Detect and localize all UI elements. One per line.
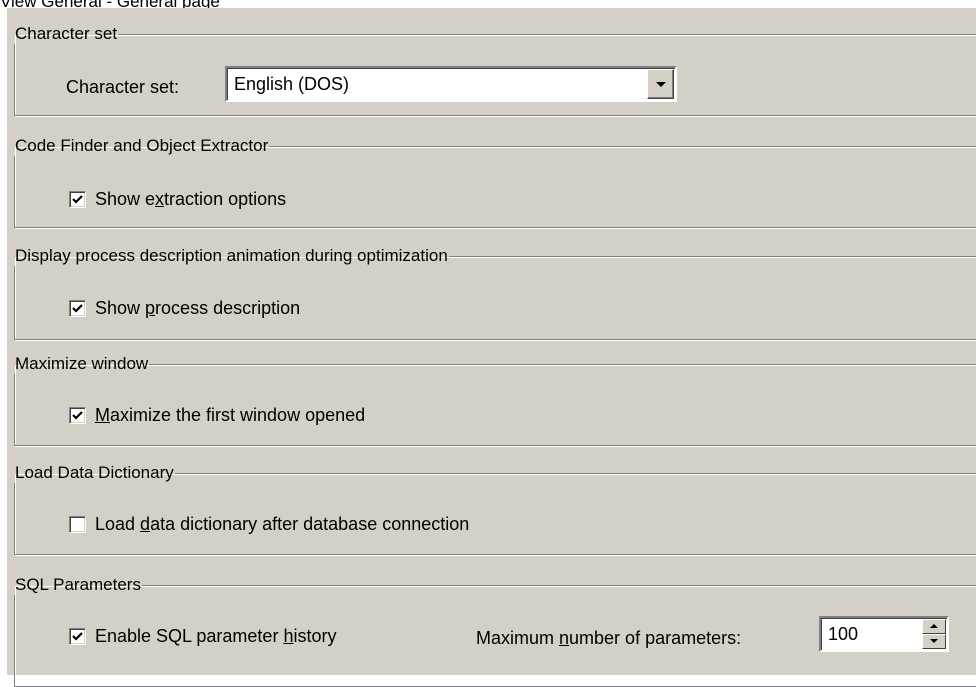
- load-data-dictionary-group-label: Load Data Dictionary: [15, 463, 174, 482]
- max-parameters-label-row: Maximum number of parameters:: [476, 627, 741, 649]
- load-data-dictionary-label: Load data dictionary after database conn…: [95, 514, 470, 534]
- arrow-up-icon[interactable]: [922, 619, 946, 634]
- process-description-group: Display process description animation du…: [14, 246, 976, 340]
- character-set-field-row: Character set:: [66, 76, 179, 98]
- max-parameters-spinner[interactable]: 100: [819, 616, 949, 652]
- settings-panel: Character set Character set: English (DO…: [7, 8, 976, 687]
- character-set-field-label: Character set:: [66, 77, 180, 97]
- character-set-group-label: Character set: [15, 24, 118, 43]
- show-process-description-checkbox[interactable]: Show process description: [69, 297, 300, 319]
- checkbox-box[interactable]: [69, 190, 86, 208]
- check-icon: [72, 631, 83, 641]
- character-set-dropdown[interactable]: English (DOS): [225, 66, 677, 102]
- show-extraction-options-checkbox[interactable]: Show extraction options: [69, 188, 286, 210]
- process-description-group-label: Display process description animation du…: [15, 246, 448, 265]
- arrow-down-icon[interactable]: [922, 634, 946, 649]
- maximize-window-group-label: Maximize window: [15, 354, 149, 373]
- enable-sql-parameter-history-label: Enable SQL parameter history: [95, 626, 337, 646]
- code-finder-group-label: Code Finder and Object Extractor: [15, 136, 269, 155]
- show-extraction-options-label: Show extraction options: [95, 189, 287, 209]
- check-icon: [72, 194, 83, 204]
- chevron-down-icon[interactable]: [647, 69, 674, 99]
- checkbox-box[interactable]: [69, 627, 86, 645]
- character-set-selected-value: English (DOS): [234, 74, 350, 94]
- maximize-first-window-label: Maximize the first window opened: [95, 405, 366, 425]
- checkbox-box[interactable]: [69, 299, 86, 317]
- maximize-window-group: Maximize window: [14, 354, 976, 446]
- check-icon: [72, 303, 83, 313]
- check-icon: [72, 410, 83, 420]
- max-parameters-value[interactable]: 100: [828, 622, 858, 646]
- maximize-first-window-checkbox[interactable]: Maximize the first window opened: [69, 404, 365, 426]
- sql-parameters-group-label: SQL Parameters: [15, 575, 141, 594]
- checkbox-box[interactable]: [69, 515, 86, 533]
- max-parameters-label: Maximum number of parameters:: [476, 628, 742, 648]
- load-data-dictionary-checkbox[interactable]: Load data dictionary after database conn…: [69, 513, 469, 535]
- show-process-description-label: Show process description: [95, 298, 301, 318]
- enable-sql-parameter-history-checkbox[interactable]: Enable SQL parameter history: [69, 625, 336, 647]
- code-finder-group: Code Finder and Object Extractor: [14, 136, 976, 228]
- checkbox-box[interactable]: [69, 406, 86, 424]
- load-data-dictionary-group: Load Data Dictionary: [14, 463, 976, 555]
